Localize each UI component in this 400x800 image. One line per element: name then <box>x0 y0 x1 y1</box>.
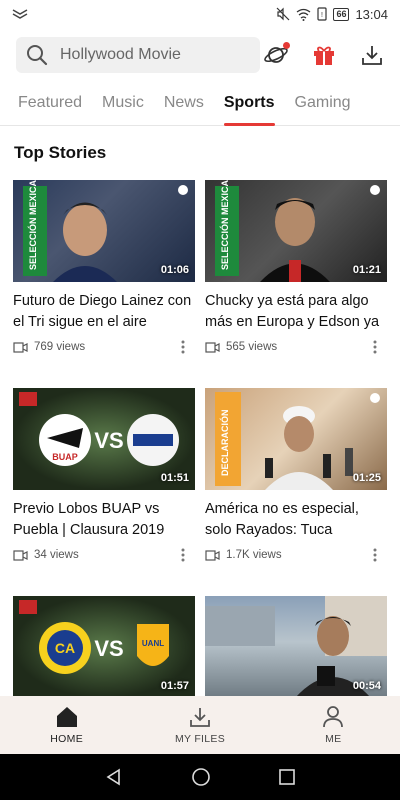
video-duration: 01:57 <box>160 680 189 692</box>
video-meta: 769 views <box>13 340 195 354</box>
notification-dot <box>283 42 290 49</box>
video-thumbnail[interactable]: SELECCIÓN MEXICANA 01:21 <box>205 180 387 282</box>
wifi-icon <box>297 8 311 21</box>
battery-indicator: 66 <box>333 7 350 21</box>
more-options-icon[interactable] <box>181 340 185 354</box>
download-icon <box>362 46 382 65</box>
tab-news[interactable]: News <box>164 88 204 126</box>
category-tabs: Featured Music News Sports Gaming <box>0 88 400 126</box>
video-duration: 01:51 <box>160 472 189 484</box>
thumb-label: VS <box>94 428 123 453</box>
more-options-icon[interactable] <box>181 548 185 562</box>
search-bar[interactable]: Hollywood Movie <box>16 37 260 73</box>
svg-text:CA: CA <box>55 640 75 656</box>
svg-text:UANL: UANL <box>142 639 164 648</box>
video-views-icon <box>205 341 220 353</box>
person-icon <box>323 706 344 728</box>
video-meta: 565 views <box>205 340 387 354</box>
more-options-icon[interactable] <box>373 340 377 354</box>
video-card[interactable]: CA VS UANL 01:57 <box>13 596 195 698</box>
downloads-button[interactable] <box>358 41 386 69</box>
svg-text:BUAP: BUAP <box>52 452 78 462</box>
view-count: 769 views <box>34 341 86 353</box>
svg-text:!: ! <box>321 12 323 19</box>
video-thumbnail[interactable]: SELECCIÓN MEXICANA 01:06 <box>13 180 195 282</box>
clock: 13:04 <box>355 6 388 22</box>
video-thumbnail[interactable]: 00:54 <box>205 596 387 698</box>
home-circle-icon[interactable] <box>191 767 211 787</box>
recents-icon[interactable] <box>278 768 296 786</box>
video-duration: 01:21 <box>352 264 381 276</box>
video-title[interactable]: Chucky ya está para algo más en Europa y… <box>205 291 387 333</box>
video-title[interactable]: América no es especial, solo Rayados: Tu… <box>205 499 387 541</box>
nav-my-files[interactable]: MY FILES <box>150 705 250 745</box>
video-card[interactable]: 00:54 <box>205 596 387 698</box>
tab-featured[interactable]: Featured <box>18 88 82 126</box>
nav-home[interactable]: HOME <box>17 705 117 745</box>
home-icon <box>56 707 77 727</box>
video-card[interactable]: SELECCIÓN MEXICANA 01:06 Futuro de Diego… <box>13 180 195 354</box>
app-header: Hollywood Movie <box>0 30 400 80</box>
thumb-label: VS <box>94 636 123 661</box>
view-count: 1.7K views <box>226 549 282 561</box>
view-count: 565 views <box>226 341 278 353</box>
tab-gaming[interactable]: Gaming <box>295 88 351 126</box>
sim-icon: ! <box>317 7 328 21</box>
video-meta: 1.7K views <box>205 548 387 562</box>
video-duration: 01:25 <box>352 472 381 484</box>
thumb-label: SELECCIÓN MEXICANA <box>27 180 38 270</box>
download-icon <box>190 708 210 727</box>
gift-icon <box>314 46 334 65</box>
video-card[interactable]: BUAP VS 01:51 Previo Lobos BUAP vs Puebl… <box>13 388 195 562</box>
video-title[interactable]: Previo Lobos BUAP vs Puebla | Clausura 2… <box>13 499 195 541</box>
back-icon[interactable] <box>104 767 124 787</box>
bottom-navigation: HOME MY FILES ME <box>0 696 400 754</box>
video-title[interactable]: Futuro de Diego Lainez con el Tri sigue … <box>13 291 195 333</box>
nav-home-label: HOME <box>50 733 83 745</box>
thumb-label: DECLARACIÓN <box>219 410 230 477</box>
video-views-icon <box>13 549 28 561</box>
video-card[interactable]: DECLARACIÓN 01:25 América no es especial… <box>205 388 387 562</box>
video-views-icon <box>13 341 28 353</box>
more-options-icon[interactable] <box>373 548 377 562</box>
section-title: Top Stories <box>14 143 107 162</box>
video-duration: 00:54 <box>352 680 381 692</box>
video-card[interactable]: SELECCIÓN MEXICANA 01:21 Chucky ya está … <box>205 180 387 354</box>
notification-icon <box>12 9 28 19</box>
search-icon <box>27 45 48 66</box>
video-thumbnail[interactable]: CA VS UANL 01:57 <box>13 596 195 698</box>
tab-sports[interactable]: Sports <box>223 88 275 126</box>
gift-button[interactable] <box>310 41 338 69</box>
nav-me-label: ME <box>325 733 342 745</box>
video-duration: 01:06 <box>160 264 189 276</box>
search-placeholder: Hollywood Movie <box>60 46 181 63</box>
tab-music[interactable]: Music <box>102 88 144 126</box>
nav-me[interactable]: ME <box>283 705 383 745</box>
thumb-label: SELECCIÓN MEXICANA <box>219 180 230 270</box>
nav-my-files-label: MY FILES <box>174 733 226 745</box>
status-bar: ! 66 13:04 <box>0 0 400 28</box>
view-count: 34 views <box>34 549 79 561</box>
video-views-icon <box>205 549 220 561</box>
video-meta: 34 views <box>13 548 195 562</box>
system-navigation-bar <box>0 754 400 800</box>
mute-icon <box>277 7 290 21</box>
video-thumbnail[interactable]: DECLARACIÓN 01:25 <box>205 388 387 490</box>
video-thumbnail[interactable]: BUAP VS 01:51 <box>13 388 195 490</box>
explore-button[interactable] <box>262 41 290 69</box>
